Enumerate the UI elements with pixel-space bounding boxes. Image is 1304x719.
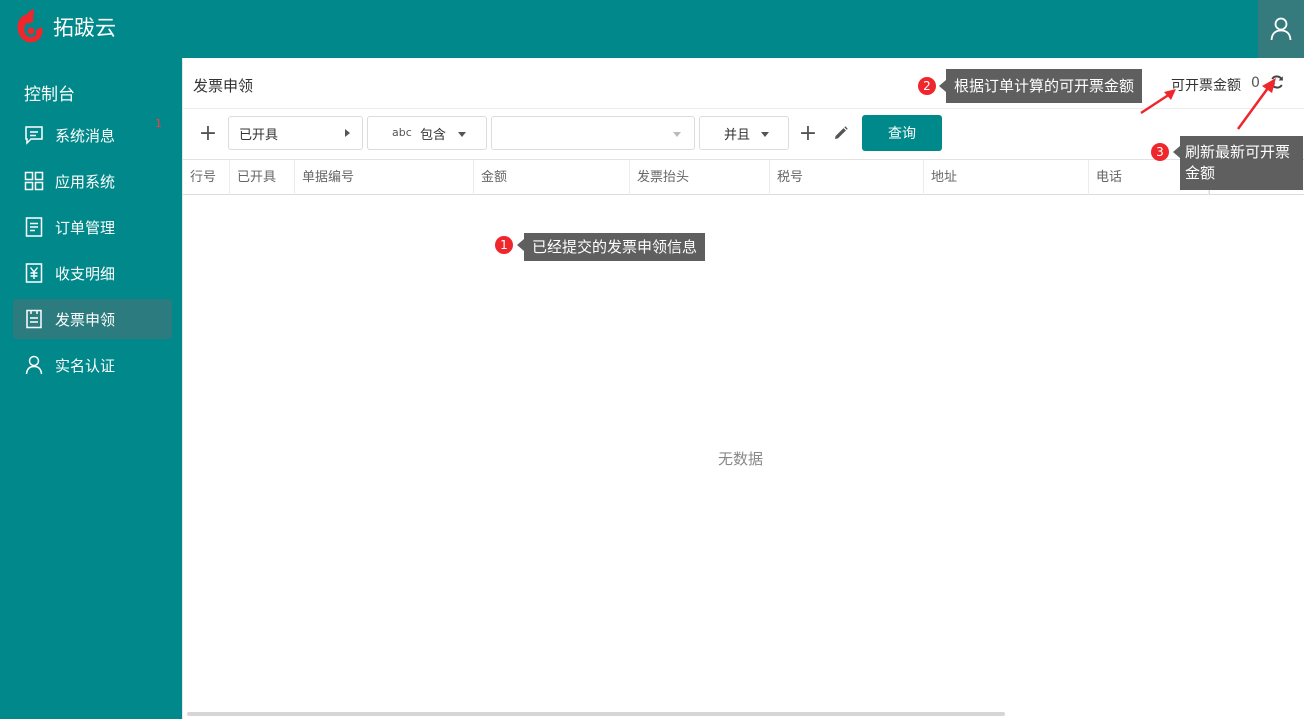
person-icon	[23, 354, 45, 376]
horizontal-scrollbar[interactable]	[187, 712, 1005, 716]
annotation-callout: 刷新最新可开票金额	[1180, 136, 1303, 190]
query-button[interactable]: 查询	[862, 115, 942, 151]
chevron-down-icon	[458, 132, 466, 137]
filter-logic-select[interactable]: 并且	[699, 116, 789, 150]
abc-icon: abc	[392, 126, 412, 139]
chevron-down-icon	[673, 132, 681, 137]
filter-field-value: 已开具	[239, 127, 279, 143]
sidebar-item-label: 实名认证	[55, 356, 116, 375]
filter-logic-value: 并且	[724, 127, 751, 143]
page-title: 发票申领	[193, 77, 254, 95]
sidebar-title: 控制台	[24, 85, 75, 105]
add-filter-button[interactable]: +	[197, 116, 219, 150]
sidebar-item-apps[interactable]: 应用系统	[13, 161, 172, 201]
pencil-icon	[835, 126, 848, 139]
filter-operator-value: 包含	[420, 127, 447, 143]
available-amount-label: 可开票金额	[1171, 78, 1241, 94]
sidebar-item-ledger[interactable]: 收支明细	[13, 253, 172, 293]
annotation-callout: 根据订单计算的可开票金额	[946, 69, 1143, 103]
sidebar: 控制台 系统消息 1 应用系统 订单管理 收支明细 发票申领 实名认证	[0, 58, 182, 719]
caret-right-icon	[345, 129, 350, 137]
annotation-marker: 2	[918, 77, 936, 95]
callout-arrow	[1140, 89, 1176, 115]
callout-pointer	[517, 239, 524, 251]
filter-value-input[interactable]	[491, 116, 695, 150]
table-header: 行号 已开具 单据编号 金额 发票抬头 税号 地址 电话 操作	[183, 159, 1304, 195]
invoice-icon	[23, 308, 45, 330]
chevron-down-icon	[761, 132, 769, 137]
sidebar-item-invoice[interactable]: 发票申领	[13, 299, 172, 339]
callout-pointer	[939, 80, 946, 92]
user-icon	[1270, 17, 1292, 41]
filter-operator-select[interactable]: abc 包含	[367, 116, 487, 150]
column-header[interactable]: 行号	[183, 160, 230, 195]
grid-icon	[23, 170, 45, 192]
annotation-marker: 3	[1151, 143, 1169, 161]
sidebar-item-label: 收支明细	[55, 264, 116, 283]
empty-state-text: 无数据	[718, 450, 764, 468]
title-divider	[183, 108, 1304, 109]
unread-badge: 1	[155, 117, 162, 130]
column-header[interactable]: 已开具	[230, 160, 295, 195]
brand-name: 拓跋云	[53, 16, 116, 40]
add-condition-button[interactable]: +	[797, 116, 819, 150]
logo-icon	[17, 9, 43, 43]
column-header[interactable]: 地址	[924, 160, 1089, 195]
sidebar-item-label: 发票申领	[55, 310, 116, 329]
top-bar: 拓跋云	[0, 0, 1304, 58]
callout-arrow	[1236, 78, 1276, 130]
document-icon	[23, 216, 45, 238]
column-header[interactable]: 发票抬头	[630, 160, 770, 195]
column-header[interactable]: 金额	[474, 160, 630, 195]
sidebar-item-messages[interactable]: 系统消息 1	[13, 115, 172, 155]
sidebar-item-label: 订单管理	[55, 218, 116, 237]
callout-pointer	[1173, 146, 1180, 158]
edit-filter-button[interactable]	[831, 116, 851, 150]
main-content: 发票申领 可开票金额 0 + 已开具 abc 包含 并且 + 查询 行号 已开具…	[182, 58, 1304, 719]
filter-field-select[interactable]: 已开具	[228, 116, 363, 150]
sidebar-item-verification[interactable]: 实名认证	[13, 345, 172, 385]
sidebar-item-orders[interactable]: 订单管理	[13, 207, 172, 247]
yuan-icon	[23, 262, 45, 284]
sidebar-item-label: 应用系统	[55, 172, 116, 191]
column-header[interactable]: 税号	[770, 160, 924, 195]
user-menu-button[interactable]	[1258, 0, 1304, 58]
annotation-callout: 已经提交的发票申领信息	[524, 233, 706, 261]
sidebar-item-label: 系统消息	[55, 126, 116, 145]
annotation-marker: 1	[495, 236, 513, 254]
message-icon	[23, 124, 45, 146]
column-header[interactable]: 单据编号	[295, 160, 474, 195]
